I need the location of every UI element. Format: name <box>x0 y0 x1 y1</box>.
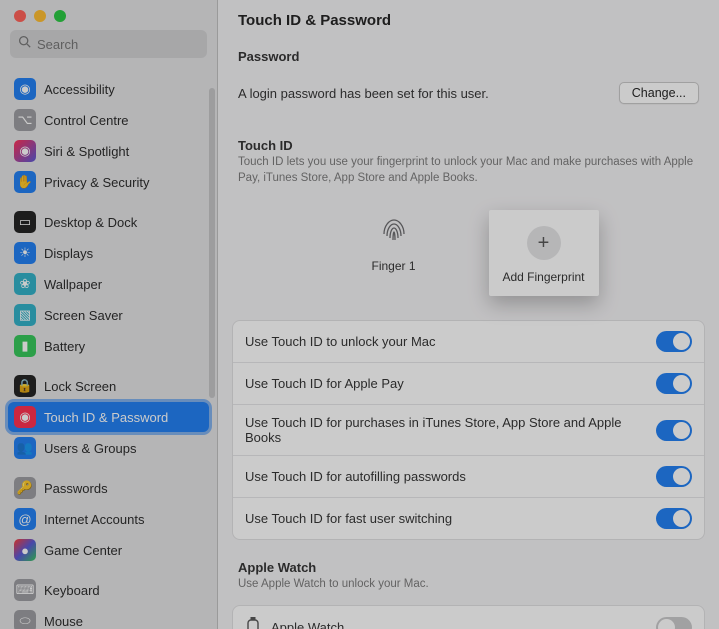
sidebar-item-accessibility[interactable]: ◉ Accessibility <box>8 74 209 104</box>
touchid-desc: Touch ID lets you use your fingerprint t… <box>238 155 699 186</box>
zoom-window-button[interactable] <box>54 10 66 22</box>
applewatch-heading: Apple Watch <box>238 560 699 575</box>
sidebar-item-mouse[interactable]: ⬭ Mouse <box>8 606 209 629</box>
toggle-label: Use Touch ID for autofilling passwords <box>245 469 644 484</box>
gamecenter-icon: ● <box>14 539 36 561</box>
sidebar-item-label: Accessibility <box>44 82 115 97</box>
touchid-icon: ◉ <box>14 406 36 428</box>
sidebar-item-label: Lock Screen <box>44 379 116 394</box>
mouse-icon: ⬭ <box>14 610 36 629</box>
applewatch-icon <box>245 616 261 629</box>
sidebar-item-game-center[interactable]: ● Game Center <box>8 535 209 565</box>
sidebar-item-screen-saver[interactable]: ▧ Screen Saver <box>8 300 209 330</box>
toggle-switch[interactable] <box>656 373 692 394</box>
plus-icon: + <box>527 226 561 260</box>
applewatch-row-label: Apple Watch <box>271 620 646 629</box>
privacy-icon: ✋ <box>14 171 36 193</box>
sidebar-item-label: Wallpaper <box>44 277 102 292</box>
sidebar-item-desktop-dock[interactable]: ▭ Desktop & Dock <box>8 207 209 237</box>
sidebar-item-passwords[interactable]: 🔑 Passwords <box>8 473 209 503</box>
minimize-window-button[interactable] <box>34 10 46 22</box>
toggle-label: Use Touch ID for fast user switching <box>245 511 644 526</box>
applewatch-desc: Use Apple Watch to unlock your Mac. <box>238 577 699 593</box>
fingerprint-label: Finger 1 <box>371 259 415 273</box>
displays-icon: ☀ <box>14 242 36 264</box>
desktop-dock-icon: ▭ <box>14 211 36 233</box>
users-groups-icon: 👥 <box>14 437 36 459</box>
sidebar-item-lock-screen[interactable]: 🔒 Lock Screen <box>8 371 209 401</box>
toggle-row: Use Touch ID for fast user switching <box>233 497 704 539</box>
toggle-label: Use Touch ID to unlock your Mac <box>245 334 644 349</box>
wallpaper-icon: ❀ <box>14 273 36 295</box>
sidebar-item-keyboard[interactable]: ⌨ Keyboard <box>8 575 209 605</box>
sidebar-list[interactable]: ◉ Accessibility ⌥ Control Centre ◉ Siri & Spo… <box>0 64 217 629</box>
screensaver-icon: ▧ <box>14 304 36 326</box>
sidebar-search[interactable] <box>10 30 207 58</box>
sidebar-item-label: Game Center <box>44 543 122 558</box>
sidebar-item-label: Privacy & Security <box>44 175 149 190</box>
toggle-label: Use Touch ID for purchases in iTunes Sto… <box>245 415 644 445</box>
sidebar-item-privacy-security[interactable]: ✋ Privacy & Security <box>8 167 209 197</box>
sidebar-item-internet-accounts[interactable]: @ Internet Accounts <box>8 504 209 534</box>
sidebar-item-label: Touch ID & Password <box>44 410 168 425</box>
sidebar-scrollbar[interactable] <box>209 88 215 398</box>
sidebar-item-label: Battery <box>44 339 85 354</box>
siri-icon: ◉ <box>14 140 36 162</box>
sidebar-item-siri-spotlight[interactable]: ◉ Siri & Spotlight <box>8 136 209 166</box>
change-password-button[interactable]: Change... <box>619 82 699 104</box>
sidebar-item-label: Screen Saver <box>44 308 123 323</box>
sidebar-item-label: Keyboard <box>44 583 100 598</box>
toggle-label: Use Touch ID for Apple Pay <box>245 376 644 391</box>
fingerprint-icon <box>376 210 412 249</box>
sidebar-item-battery[interactable]: ▮ Battery <box>8 331 209 361</box>
add-fingerprint-button[interactable]: + Add Fingerprint <box>489 210 599 296</box>
search-icon <box>18 35 31 53</box>
sidebar-item-label: Internet Accounts <box>44 512 144 527</box>
sidebar-item-touch-id-password[interactable]: ◉ Touch ID & Password <box>8 402 209 432</box>
internet-accounts-icon: @ <box>14 508 36 530</box>
control-centre-icon: ⌥ <box>14 109 36 131</box>
sidebar-item-label: Displays <box>44 246 93 261</box>
passwords-icon: 🔑 <box>14 477 36 499</box>
content-pane[interactable]: Touch ID & Password Password A login pas… <box>218 0 719 629</box>
toggle-switch[interactable] <box>656 331 692 352</box>
search-input[interactable] <box>37 37 199 52</box>
sidebar-item-label: Control Centre <box>44 113 129 128</box>
touchid-toggle-list: Use Touch ID to unlock your Mac Use Touch… <box>232 320 705 540</box>
sidebar-item-label: Users & Groups <box>44 441 136 456</box>
close-window-button[interactable] <box>14 10 26 22</box>
touchid-heading: Touch ID <box>238 138 699 153</box>
toggle-switch[interactable] <box>656 466 692 487</box>
toggle-switch[interactable] <box>656 508 692 529</box>
battery-icon: ▮ <box>14 335 36 357</box>
sidebar-item-label: Passwords <box>44 481 108 496</box>
sidebar-item-label: Mouse <box>44 614 83 629</box>
lockscreen-icon: 🔒 <box>14 375 36 397</box>
accessibility-icon: ◉ <box>14 78 36 100</box>
window-controls <box>0 0 217 30</box>
add-fingerprint-label: Add Fingerprint <box>502 270 584 284</box>
password-desc: A login password has been set for this u… <box>238 86 489 101</box>
page-title: Touch ID & Password <box>218 0 719 43</box>
applewatch-toggle[interactable] <box>656 617 692 629</box>
toggle-row: Use Touch ID to unlock your Mac <box>233 321 704 362</box>
sidebar-item-control-centre[interactable]: ⌥ Control Centre <box>8 105 209 135</box>
toggle-row: Use Touch ID for autofilling passwords <box>233 455 704 497</box>
toggle-row: Use Touch ID for Apple Pay <box>233 362 704 404</box>
sidebar-item-users-groups[interactable]: 👥 Users & Groups <box>8 433 209 463</box>
fingerprint-finger-1[interactable]: Finger 1 <box>339 210 449 296</box>
sidebar-item-displays[interactable]: ☀ Displays <box>8 238 209 268</box>
keyboard-icon: ⌨ <box>14 579 36 601</box>
password-heading: Password <box>238 49 699 64</box>
sidebar-item-label: Desktop & Dock <box>44 215 137 230</box>
toggle-row: Use Touch ID for purchases in iTunes Sto… <box>233 404 704 455</box>
sidebar-item-label: Siri & Spotlight <box>44 144 129 159</box>
toggle-switch[interactable] <box>656 420 692 441</box>
sidebar-item-wallpaper[interactable]: ❀ Wallpaper <box>8 269 209 299</box>
